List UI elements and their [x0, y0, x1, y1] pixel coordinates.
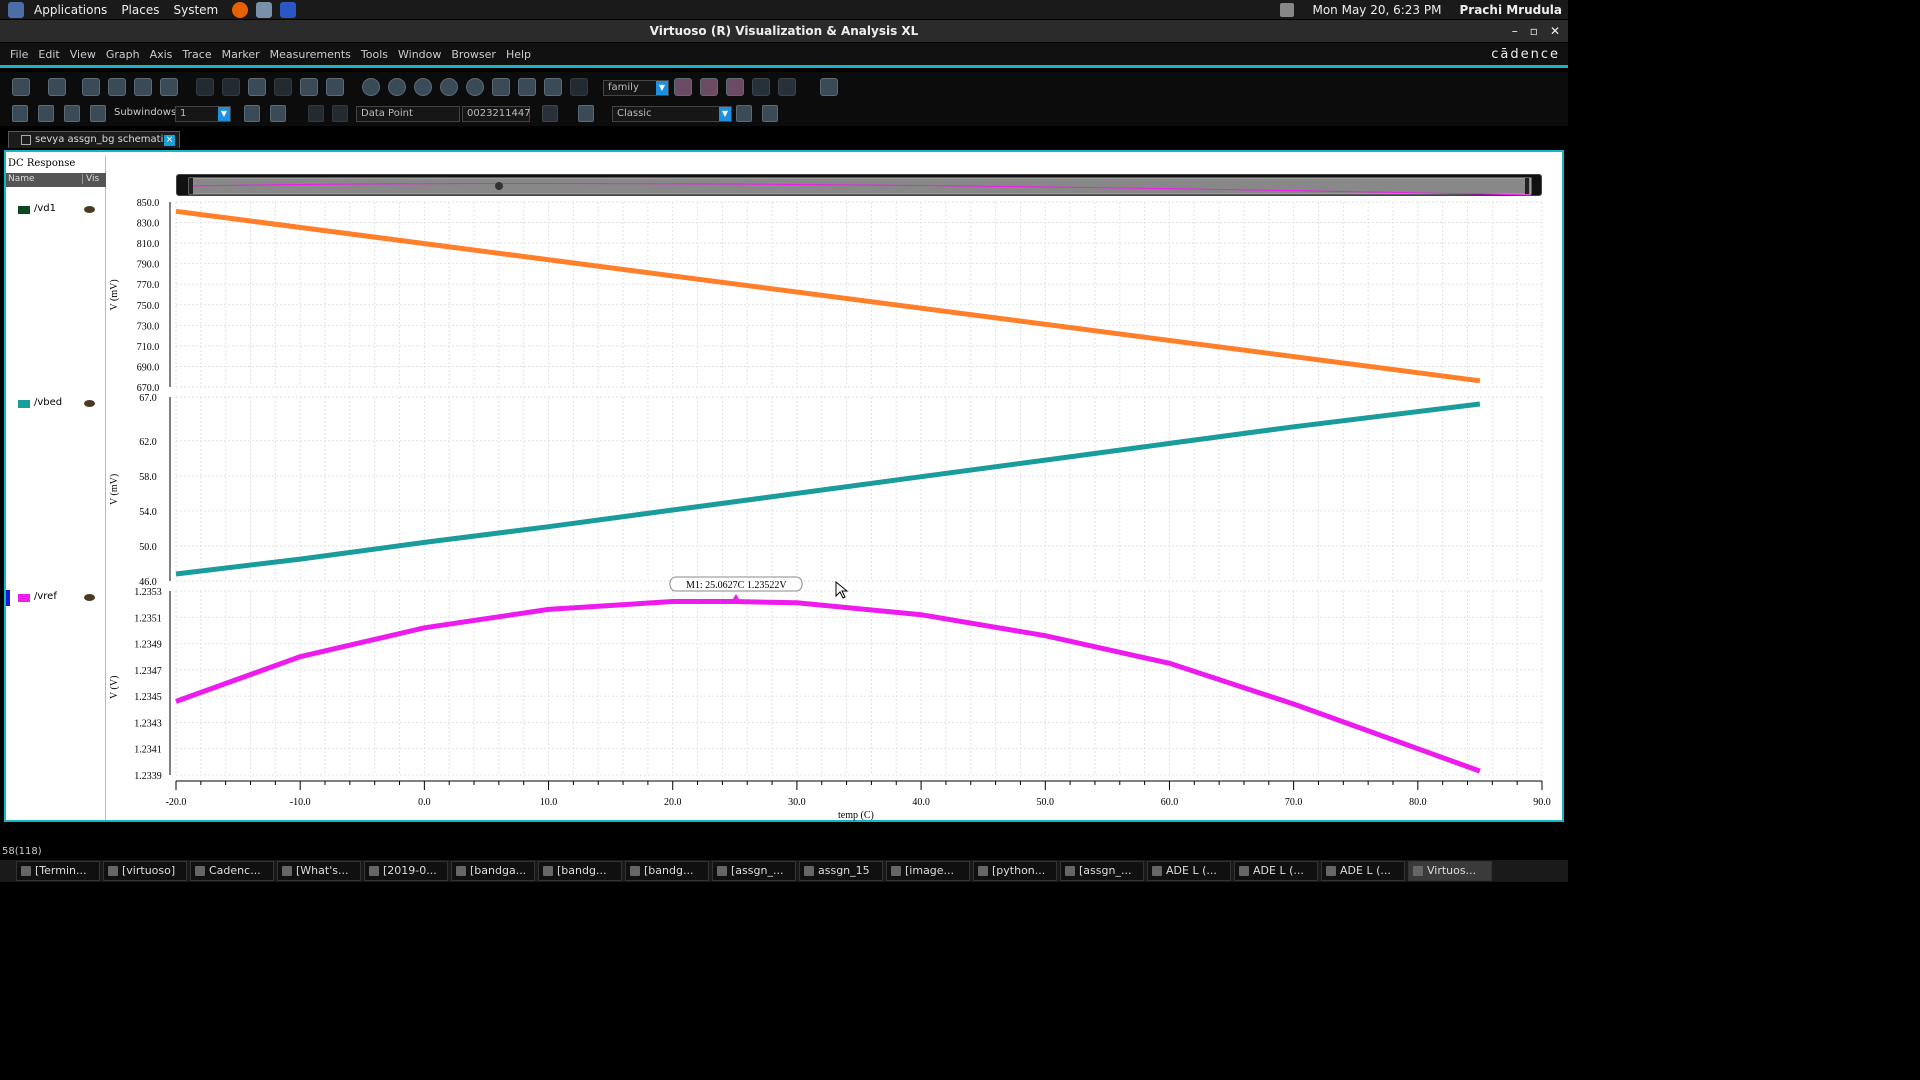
y-axis-label: V (mV)	[109, 279, 120, 310]
taskbar-item[interactable]: Virtuos...	[1408, 861, 1492, 881]
y-tick-label: 1.2351	[134, 613, 162, 624]
graph-date: Wed May 15 14:33:22 2019 1	[1761, 157, 1910, 168]
y-tick-label: 1.2345	[134, 692, 162, 703]
taskbar-item[interactable]: [image...	[886, 861, 970, 881]
y-tick-label: 1.2349	[134, 640, 162, 651]
taskbar-item[interactable]: Cadenc...	[190, 861, 274, 881]
x-tick-label: 70.0	[1285, 797, 1303, 808]
x-tick-label: 30.0	[788, 797, 806, 808]
status-bar	[0, 826, 1568, 844]
y-tick-label: 67.0	[139, 393, 157, 404]
x-tick-label: 60.0	[1161, 797, 1179, 808]
trace-vbed[interactable]	[175, 401, 1481, 577]
y-axis-label: V (mV)	[109, 474, 120, 505]
taskbar-item[interactable]: [assgn_...	[1060, 861, 1144, 881]
y-tick-label: 1.2353	[134, 587, 162, 598]
taskbar-item[interactable]: [python...	[973, 861, 1057, 881]
taskbar-item[interactable]: [What's...	[277, 861, 361, 881]
x-tick-label: 20.0	[664, 797, 682, 808]
y-tick-label: 790.0	[137, 260, 160, 271]
taskbar-item[interactable]: assgn_15	[799, 861, 883, 881]
taskbar-item[interactable]: [assgn_...	[712, 861, 796, 881]
y-tick-label: 54.0	[139, 507, 157, 518]
taskbar: [Termin... [virtuoso] Cadenc... [What's...[…	[0, 860, 1568, 882]
y-tick-label: 750.0	[137, 301, 160, 312]
taskbar-item[interactable]: [Termin...	[16, 861, 100, 881]
dc-response-plot[interactable]: 850.0 830.0 810.0 790.0 770.0 750.0 730.0 710.0…	[0, 0, 1568, 882]
y-tick-label: 830.0	[137, 219, 160, 230]
taskbar-item[interactable]: ADE L (...	[1147, 861, 1231, 881]
marker-m1[interactable]: M1: 25.0627C 1.23522V	[669, 576, 803, 599]
x-tick-label: 0.0	[418, 797, 431, 808]
plot-grid	[175, 201, 1543, 776]
y-tick-label: 50.0	[139, 542, 157, 553]
y-tick-label: 730.0	[137, 321, 160, 332]
status-coord: 58(118)	[2, 846, 42, 857]
y-tick-label: 690.0	[137, 362, 160, 373]
x-tick-label: 40.0	[912, 797, 930, 808]
x-tick-label: -10.0	[290, 797, 311, 808]
x-tick-label: -20.0	[166, 797, 187, 808]
x-tick-label: 50.0	[1037, 797, 1055, 808]
taskbar-item[interactable]: ADE L (...	[1321, 861, 1405, 881]
y-axis-label: V (V)	[109, 676, 120, 699]
mouse-cursor	[835, 580, 849, 599]
plot-axes	[169, 202, 1543, 790]
plot-traces	[175, 208, 1481, 774]
y-tick-label: 710.0	[137, 342, 160, 353]
x-tick-label: 90.0	[1533, 797, 1551, 808]
y-tick-label: 58.0	[139, 472, 157, 483]
y-tick-label: 1.2347	[134, 666, 162, 677]
x-axis-label: temp (C)	[838, 810, 874, 821]
y-tick-label: 62.0	[139, 437, 157, 448]
trace-vref[interactable]	[175, 599, 1481, 774]
taskbar-item[interactable]: [bandga...	[451, 861, 535, 881]
taskbar-item[interactable]: [virtuoso]	[103, 861, 187, 881]
y-tick-label: 1.2343	[134, 718, 162, 729]
taskbar-item[interactable]: [bandg...	[625, 861, 709, 881]
y-tick-label: 810.0	[137, 239, 160, 250]
y-tick-label: 1.2339	[134, 771, 162, 782]
marker-label: M1: 25.0627C 1.23522V	[686, 580, 787, 591]
y-tick-label: 770.0	[137, 280, 160, 291]
taskbar-item[interactable]: ADE L (...	[1234, 861, 1318, 881]
x-tick-label: 10.0	[540, 797, 558, 808]
y-tick-label: 1.2341	[134, 745, 162, 756]
taskbar-item[interactable]: [bandg...	[538, 861, 622, 881]
marker-point[interactable]	[733, 594, 739, 599]
x-tick-label: 80.0	[1409, 797, 1427, 808]
taskbar-item[interactable]: [2019-0...	[364, 861, 448, 881]
y-tick-label: 850.0	[137, 198, 160, 209]
trace-vd1[interactable]	[175, 208, 1481, 384]
